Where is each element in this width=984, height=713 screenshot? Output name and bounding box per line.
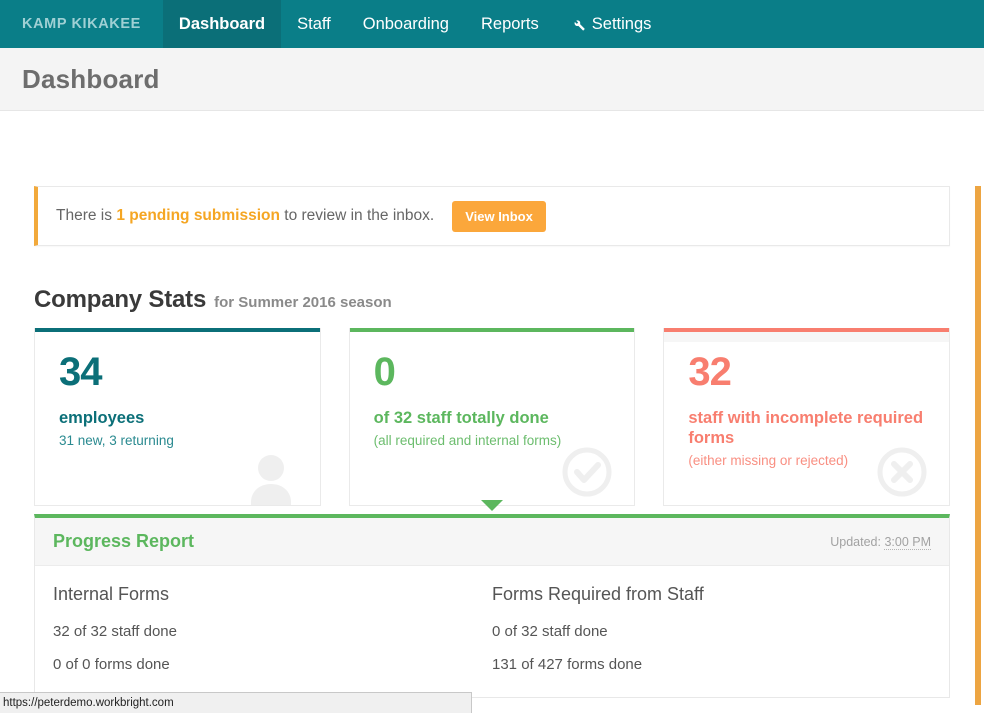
progress-report-body: Internal Forms 32 of 32 staff done 0 of … bbox=[35, 566, 949, 697]
brand-logo[interactable]: KAMP KIKAKEE bbox=[0, 0, 163, 48]
view-inbox-button[interactable]: View Inbox bbox=[452, 201, 546, 232]
alert-text-before: There is bbox=[56, 207, 116, 224]
totally-done-note: (all required and internal forms) bbox=[374, 433, 615, 448]
card-accent-bar bbox=[350, 328, 635, 332]
company-stats-heading: Company Stats for Summer 2016 season bbox=[34, 286, 950, 314]
status-bar-url: https://peterdemo.workbright.com bbox=[3, 697, 174, 709]
alert-message: There is 1 pending submission to review … bbox=[56, 207, 434, 225]
check-circle-icon bbox=[562, 447, 612, 497]
main-content: There is 1 pending submission to review … bbox=[0, 186, 984, 698]
stat-card-incomplete-forms[interactable]: 32 staff with incomplete required forms … bbox=[663, 328, 950, 506]
internal-forms-column: Internal Forms 32 of 32 staff done 0 of … bbox=[53, 584, 492, 673]
required-forms-forms-done: 131 of 427 forms done bbox=[492, 656, 931, 673]
stat-cards-row: 34 employees 31 new, 3 returning 0 of 32… bbox=[34, 328, 950, 506]
nav-item-dashboard[interactable]: Dashboard bbox=[163, 0, 281, 48]
browser-viewport: KAMP KIKAKEE Dashboard Staff Onboarding … bbox=[0, 0, 984, 713]
incomplete-count: 32 bbox=[688, 352, 929, 392]
progress-report-updated: Updated: 3:00 PM bbox=[830, 535, 931, 549]
updated-prefix: Updated: bbox=[830, 535, 884, 549]
employees-label: employees bbox=[59, 408, 300, 428]
page-title: Dashboard bbox=[22, 64, 160, 95]
alert-text-after: to review in the inbox. bbox=[280, 207, 434, 224]
employees-count: 34 bbox=[59, 352, 300, 392]
progress-report-header: Progress Report Updated: 3:00 PM bbox=[35, 518, 949, 566]
nav-label-onboarding: Onboarding bbox=[363, 15, 449, 34]
internal-forms-staff-done: 32 of 32 staff done bbox=[53, 623, 492, 640]
alert-highlight-link[interactable]: 1 pending submission bbox=[116, 207, 280, 224]
employees-note: 31 new, 3 returning bbox=[59, 433, 300, 448]
browser-status-bar: https://peterdemo.workbright.com bbox=[0, 692, 472, 713]
nav-item-onboarding[interactable]: Onboarding bbox=[347, 0, 465, 48]
caret-down-icon bbox=[481, 500, 503, 511]
stat-card-totally-done[interactable]: 0 of 32 staff totally done (all required… bbox=[349, 328, 636, 506]
nav-label-dashboard: Dashboard bbox=[179, 15, 265, 34]
wrench-icon bbox=[571, 17, 586, 32]
totally-done-label: of 32 staff totally done bbox=[374, 408, 615, 428]
card-accent-bar bbox=[35, 328, 320, 332]
nav-item-reports[interactable]: Reports bbox=[465, 0, 555, 48]
top-navbar: KAMP KIKAKEE Dashboard Staff Onboarding … bbox=[0, 0, 984, 48]
pending-submission-alert: There is 1 pending submission to review … bbox=[34, 186, 950, 246]
totally-done-count: 0 bbox=[374, 352, 615, 392]
progress-report-panel: Progress Report Updated: 3:00 PM Interna… bbox=[34, 514, 950, 698]
card-accent-bar bbox=[664, 328, 949, 332]
progress-report-title: Progress Report bbox=[53, 531, 194, 552]
incomplete-label: staff with incomplete required forms bbox=[688, 408, 929, 448]
nav-item-staff[interactable]: Staff bbox=[281, 0, 347, 48]
nav-item-settings[interactable]: Settings bbox=[555, 0, 668, 48]
page-scrollbar-thumb[interactable] bbox=[975, 186, 981, 705]
required-forms-title: Forms Required from Staff bbox=[492, 584, 931, 605]
required-forms-staff-done: 0 of 32 staff done bbox=[492, 623, 931, 640]
nav-label-staff: Staff bbox=[297, 15, 331, 34]
internal-forms-forms-done: 0 of 0 forms done bbox=[53, 656, 492, 673]
internal-forms-title: Internal Forms bbox=[53, 584, 492, 605]
stat-card-employees[interactable]: 34 employees 31 new, 3 returning bbox=[34, 328, 321, 506]
nav-label-reports: Reports bbox=[481, 15, 539, 34]
company-stats-season: for Summer 2016 season bbox=[214, 294, 392, 311]
page-header: Dashboard bbox=[0, 48, 984, 111]
incomplete-note: (either missing or rejected) bbox=[688, 453, 929, 468]
required-forms-column: Forms Required from Staff 0 of 32 staff … bbox=[492, 584, 931, 673]
company-stats-title: Company Stats bbox=[34, 286, 206, 314]
person-icon bbox=[244, 453, 298, 505]
progress-report-wrapper: Progress Report Updated: 3:00 PM Interna… bbox=[34, 514, 950, 698]
updated-time[interactable]: 3:00 PM bbox=[884, 535, 931, 550]
nav-label-settings: Settings bbox=[592, 15, 652, 34]
